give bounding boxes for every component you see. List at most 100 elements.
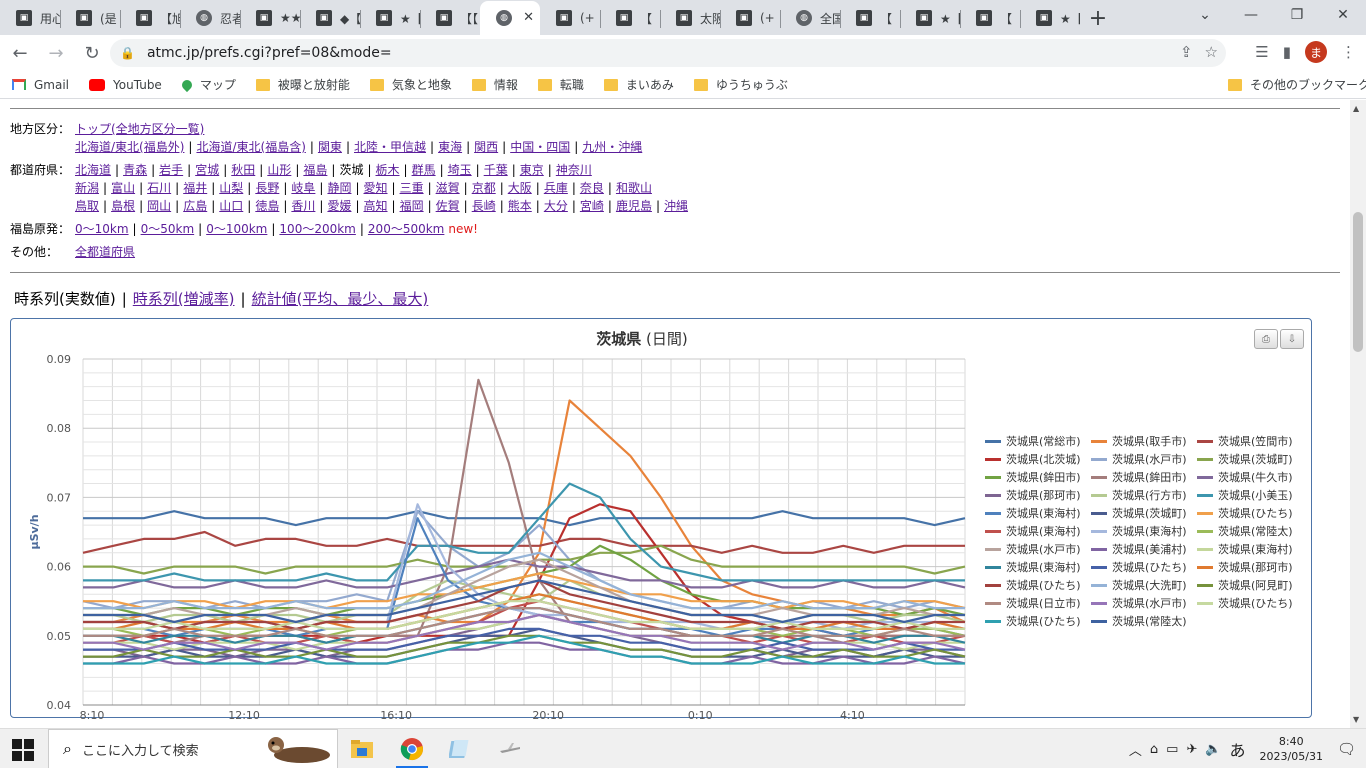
nav-link[interactable]: 北海道/東北(福島含) bbox=[196, 140, 305, 154]
airplane-app-icon[interactable] bbox=[498, 737, 522, 761]
nav-link[interactable]: 山梨 bbox=[219, 181, 243, 195]
legend-item[interactable]: 茨城県(東海村) bbox=[1197, 540, 1303, 558]
browser-tab[interactable]: ▣ (是 bbox=[60, 1, 120, 35]
bookmark-item[interactable]: 情報 bbox=[471, 76, 518, 93]
browser-tab[interactable]: ▣ 【 bbox=[600, 1, 660, 35]
camera-icon[interactable]: ⌂ bbox=[1150, 742, 1158, 757]
side-panel-icon[interactable]: ▮ bbox=[1283, 43, 1291, 61]
back-button[interactable]: ← bbox=[4, 37, 36, 69]
legend-item[interactable]: 茨城県(東海村) bbox=[985, 522, 1091, 540]
nav-link[interactable]: 熊本 bbox=[508, 199, 532, 213]
legend-item[interactable]: 茨城県(美浦村) bbox=[1091, 540, 1197, 558]
windows-start-button[interactable] bbox=[12, 739, 34, 761]
notepad-app-icon[interactable] bbox=[449, 737, 473, 761]
legend-item[interactable]: 茨城県(水戸市) bbox=[985, 540, 1091, 558]
nav-link[interactable]: 石川 bbox=[147, 181, 171, 195]
nav-link[interactable]: 沖縄 bbox=[664, 199, 688, 213]
nav-link[interactable]: 北陸・甲信越 bbox=[354, 140, 426, 154]
tray-expand-icon[interactable]: ︿ bbox=[1129, 740, 1142, 759]
bookmark-item[interactable]: 気象と地象 bbox=[369, 76, 452, 93]
nav-link[interactable]: 愛媛 bbox=[327, 199, 351, 213]
nav-link[interactable]: 中国・四国 bbox=[510, 140, 570, 154]
nav-link[interactable]: 京都 bbox=[472, 181, 496, 195]
nav-link[interactable]: 0〜100km bbox=[206, 222, 267, 236]
legend-item[interactable]: 茨城県(水戸市) bbox=[1091, 450, 1197, 468]
nav-link[interactable]: 和歌山 bbox=[616, 181, 652, 195]
legend-item[interactable]: 茨城県(常総市) bbox=[985, 432, 1091, 450]
nav-link[interactable]: 関東 bbox=[318, 140, 342, 154]
export-chart-button[interactable]: ⇩ bbox=[1280, 329, 1304, 349]
bookmark-item[interactable]: 被曝と放射能 bbox=[255, 76, 350, 93]
nav-link[interactable]: 山口 bbox=[219, 199, 243, 213]
browser-tab[interactable]: ▣ 太阪 bbox=[660, 1, 720, 35]
legend-item[interactable]: 茨城県(ひたち) bbox=[985, 576, 1091, 594]
browser-tab[interactable]: ▣ ★【 bbox=[1020, 1, 1080, 35]
scroll-thumb[interactable] bbox=[1353, 212, 1363, 352]
legend-item[interactable]: 茨城県(水戸市) bbox=[1091, 594, 1197, 612]
ime-indicator[interactable]: あ bbox=[1230, 737, 1246, 761]
nav-link[interactable]: 兵庫 bbox=[544, 181, 568, 195]
legend-item[interactable]: 茨城県(茨城町) bbox=[1197, 450, 1303, 468]
nav-link[interactable]: 広島 bbox=[183, 199, 207, 213]
nav-link[interactable]: 高知 bbox=[364, 199, 388, 213]
browser-tab[interactable]: ◍ 忍者 bbox=[180, 1, 240, 35]
nav-link[interactable]: 愛知 bbox=[364, 181, 388, 195]
bookmark-item[interactable]: マップ bbox=[179, 76, 236, 93]
volume-icon[interactable]: 🔈 bbox=[1205, 742, 1221, 757]
nav-link[interactable]: 岩手 bbox=[159, 163, 183, 177]
nav-link[interactable]: 0〜10km bbox=[75, 222, 129, 236]
nav-link[interactable]: 東京 bbox=[520, 163, 544, 177]
nav-link[interactable]: 三重 bbox=[400, 181, 424, 195]
nav-link[interactable]: 奈良 bbox=[580, 181, 604, 195]
nav-link[interactable]: 200〜500km bbox=[368, 222, 444, 236]
nav-link[interactable]: 埼玉 bbox=[448, 163, 472, 177]
legend-item[interactable]: 茨城県(ひたち) bbox=[985, 612, 1091, 630]
nav-link[interactable]: 佐賀 bbox=[436, 199, 460, 213]
browser-tab[interactable]: ▣ 用心 bbox=[0, 1, 60, 35]
nav-link[interactable]: 東海 bbox=[438, 140, 462, 154]
nav-link[interactable]: 鳥取 bbox=[75, 199, 99, 213]
nav-link[interactable]: 福岡 bbox=[400, 199, 424, 213]
browser-tab[interactable]: ▣ ★【 bbox=[360, 1, 420, 35]
airplane-mode-icon[interactable]: ✈ bbox=[1186, 742, 1197, 757]
nav-link[interactable]: 鹿児島 bbox=[616, 199, 652, 213]
all-prefs-link[interactable]: 全都道府県 bbox=[75, 245, 135, 259]
share-icon[interactable]: ⇪ bbox=[1180, 43, 1193, 61]
url-text[interactable]: atmc.jp/prefs.cgi?pref=08&mode= bbox=[147, 45, 392, 61]
legend-item[interactable]: 茨城県(東海村) bbox=[985, 504, 1091, 522]
nav-link[interactable]: 福井 bbox=[183, 181, 207, 195]
browser-tab[interactable]: ▣ 【【 bbox=[420, 1, 480, 35]
maximize-button[interactable]: ❐ bbox=[1274, 0, 1320, 30]
legend-item[interactable]: 茨城県(鉾田市) bbox=[985, 468, 1091, 486]
nav-link[interactable]: 大分 bbox=[544, 199, 568, 213]
page-scrollbar[interactable]: ▲ ▼ bbox=[1350, 100, 1366, 728]
legend-item[interactable]: 茨城県(ひたち) bbox=[1091, 558, 1197, 576]
minimize-button[interactable]: — bbox=[1228, 0, 1274, 30]
bookmark-item[interactable]: Gmail bbox=[12, 78, 69, 92]
view-link-rate[interactable]: 時系列(増減率) bbox=[133, 290, 235, 308]
bookmark-item[interactable]: YouTube bbox=[89, 78, 162, 92]
nav-link[interactable]: 滋賀 bbox=[436, 181, 460, 195]
nav-link[interactable]: 長野 bbox=[255, 181, 279, 195]
legend-item[interactable]: 茨城県(笠間市) bbox=[1197, 432, 1303, 450]
nav-link[interactable]: 北海道 bbox=[75, 163, 111, 177]
file-explorer-icon[interactable] bbox=[350, 737, 374, 761]
browser-tab[interactable]: ▣ (+ bbox=[720, 1, 780, 35]
legend-item[interactable]: 茨城県(日立市) bbox=[985, 594, 1091, 612]
scroll-up-arrow[interactable]: ▲ bbox=[1353, 104, 1359, 113]
print-chart-button[interactable]: ⎙ bbox=[1254, 329, 1278, 349]
close-window-button[interactable]: ✕ bbox=[1320, 0, 1366, 30]
legend-item[interactable]: 茨城県(東海村) bbox=[1091, 522, 1197, 540]
browser-tab[interactable]: ▣ 【 bbox=[960, 1, 1020, 35]
notification-icon[interactable]: 🗨 bbox=[1337, 740, 1356, 758]
nav-link[interactable]: 北海道/東北(福島外) bbox=[75, 140, 184, 154]
legend-item[interactable]: 茨城県(牛久市) bbox=[1197, 468, 1303, 486]
legend-item[interactable]: 茨城県(那珂市) bbox=[985, 486, 1091, 504]
browser-tab[interactable]: ▣ ◆【 bbox=[300, 1, 360, 35]
nav-link[interactable]: 長崎 bbox=[472, 199, 496, 213]
legend-item[interactable]: 茨城県(常陸太) bbox=[1091, 612, 1197, 630]
nav-link[interactable]: 静岡 bbox=[327, 181, 351, 195]
clock[interactable]: 8:40 2023/05/31 bbox=[1260, 734, 1323, 764]
other-bookmarks[interactable]: その他のブックマーク bbox=[1228, 76, 1366, 93]
browser-tab[interactable]: ◍ ✕ bbox=[480, 1, 540, 35]
